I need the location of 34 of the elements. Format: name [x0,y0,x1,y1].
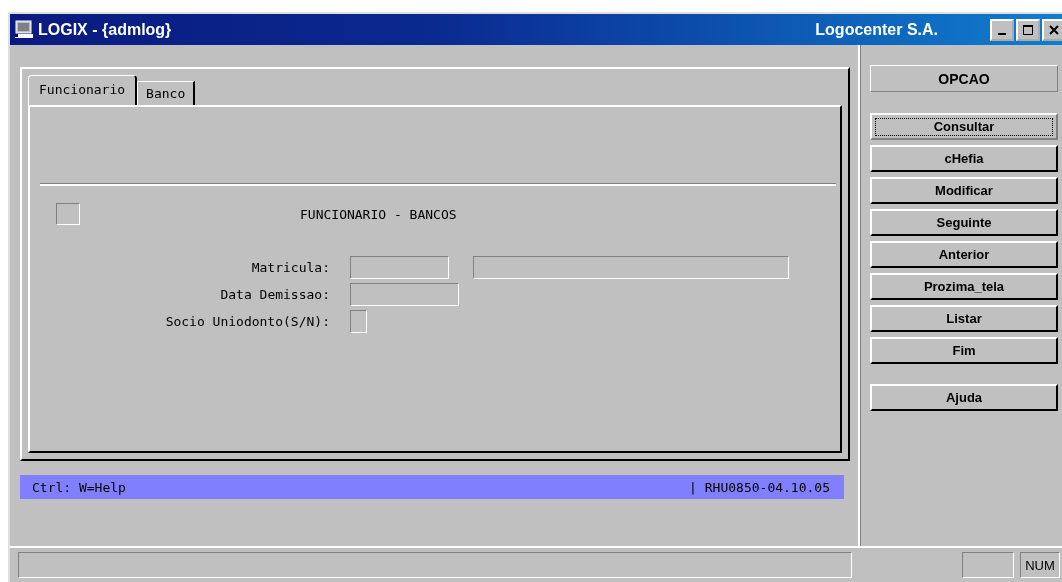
close-button[interactable] [1042,18,1062,41]
minimize-button[interactable] [990,18,1014,41]
computer-icon [14,19,34,40]
num-lock-indicator: NUM [1020,552,1060,578]
menu-button[interactable]: Listar [870,305,1058,332]
checkbox[interactable] [56,203,80,225]
close-icon [1049,24,1059,35]
status-field [962,552,1014,578]
help-text: Ctrl: W=Help [32,479,126,495]
program-version: | RHU0850-04.10.05 [689,479,830,495]
input-field[interactable] [350,310,367,333]
form-title: FUNCIONARIO - BANCOS [300,206,457,222]
input-field[interactable] [350,283,459,306]
menu-button[interactable]: Anterior [870,241,1058,268]
minimize-icon [998,32,1006,35]
options-header: OPCAO [870,65,1058,92]
help-button[interactable]: Ajuda [870,384,1058,411]
tab[interactable]: Banco [137,81,196,105]
menu-button[interactable]: Consultar [870,113,1058,140]
field-label: Socio Uniodonto(S/N): [164,314,330,329]
menu-button[interactable]: Fim [870,337,1058,364]
tab[interactable]: Funcionario [28,75,138,105]
menu-button[interactable]: cHefia [870,145,1058,172]
input-field[interactable] [350,256,449,279]
input-field[interactable] [473,256,789,279]
company-name: Logocenter S.A. [815,20,938,39]
menu-button[interactable]: Prozima_tela [870,273,1058,300]
maximize-button[interactable] [1016,18,1040,41]
field-label: Matricula: [250,260,330,275]
menu-button[interactable]: Seguinte [870,209,1058,236]
field-label: Data Demissao: [219,287,330,302]
window-title: LOGIX - {admlog} [38,20,172,39]
menu-button[interactable]: Modificar [870,177,1058,204]
maximize-icon [1023,24,1033,35]
